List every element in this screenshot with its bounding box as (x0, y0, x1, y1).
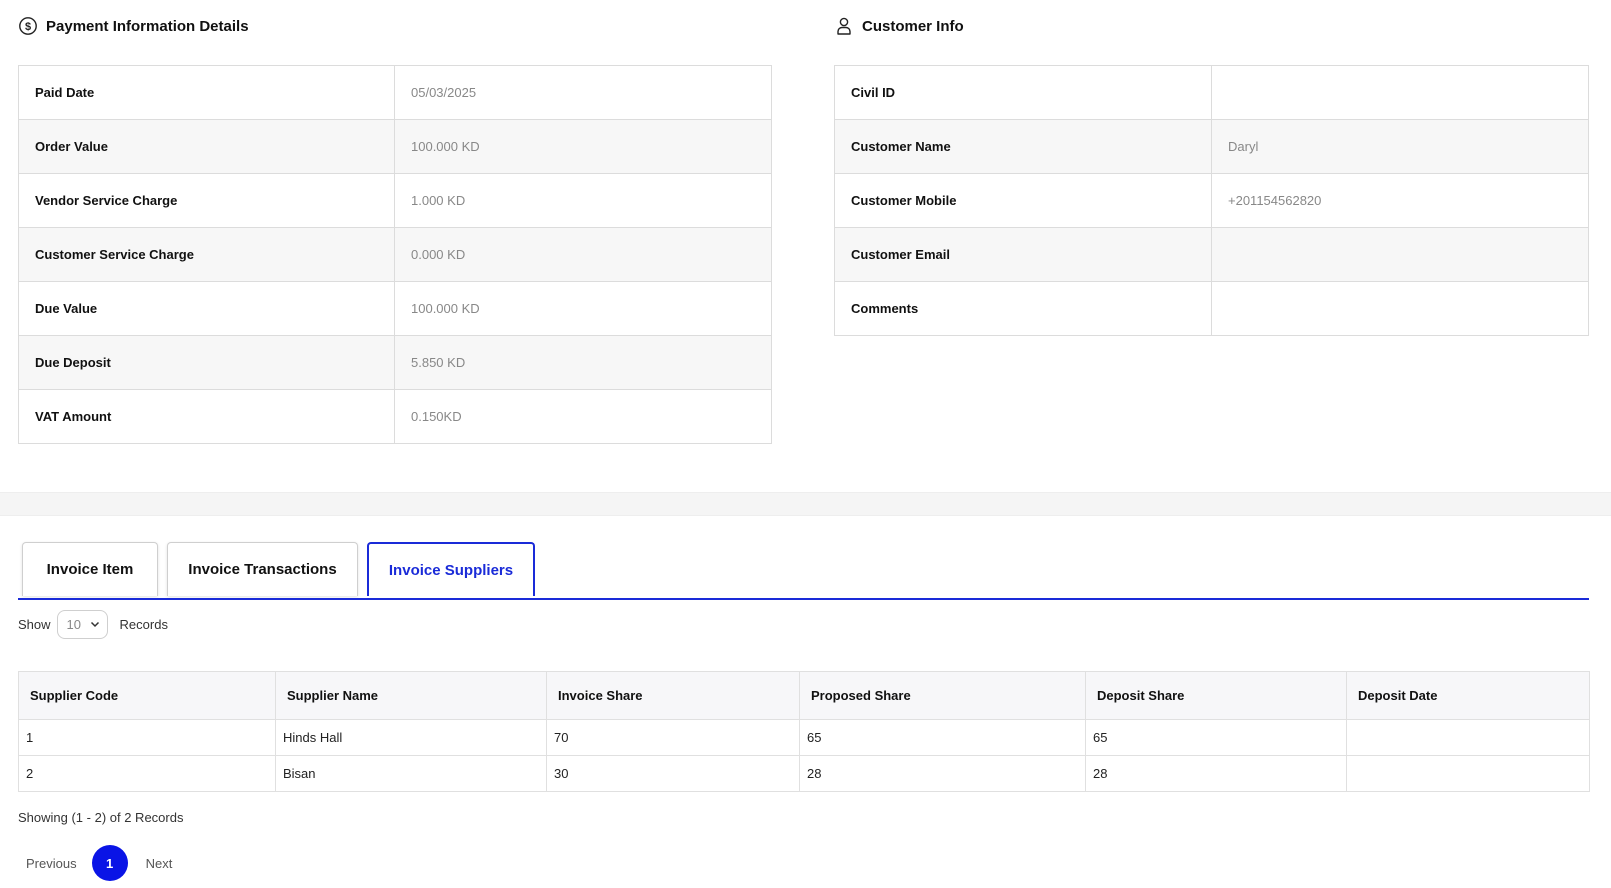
column-header-proposed-share[interactable]: Proposed Share (799, 671, 1086, 720)
cell-deposit-share: 28 (1085, 755, 1347, 792)
payment-title-text: Payment Information Details (46, 17, 249, 35)
customer-row-name: Customer Name Daryl (834, 119, 1589, 174)
payment-section-title: $ Payment Information Details (18, 16, 249, 36)
records-per-page-value: 10 (66, 617, 81, 632)
customer-row-email: Customer Email (834, 227, 1589, 282)
records-per-page-select[interactable]: 10 (56, 610, 108, 639)
cell-supplier-code: 1 (18, 719, 276, 756)
cell-deposit-date (1346, 755, 1590, 792)
chevron-down-icon (90, 617, 100, 632)
cell-invoice-share: 30 (546, 755, 800, 792)
row-label: Customer Mobile (834, 173, 1212, 228)
column-header-deposit-share[interactable]: Deposit Share (1085, 671, 1347, 720)
payment-info-table: Paid Date 05/03/2025 Order Value 100.000 K… (18, 65, 772, 444)
customer-row-comments: Comments (834, 281, 1589, 336)
payment-row-vat-amount: VAT Amount 0.150KD (18, 389, 772, 444)
column-header-supplier-code[interactable]: Supplier Code (18, 671, 276, 720)
row-value (1211, 281, 1589, 336)
customer-section-title: Customer Info (834, 16, 964, 36)
svg-text:$: $ (25, 21, 31, 33)
row-label: Customer Email (834, 227, 1212, 282)
payment-row-vendor-service-charge: Vendor Service Charge 1.000 KD (18, 173, 772, 228)
column-header-deposit-date[interactable]: Deposit Date (1346, 671, 1590, 720)
customer-info-table: Civil ID Customer Name Daryl Customer Mob… (834, 65, 1589, 336)
column-header-supplier-name[interactable]: Supplier Name (275, 671, 547, 720)
customer-row-mobile: Customer Mobile +201154562820 (834, 173, 1589, 228)
row-value: 0.150KD (394, 389, 772, 444)
records-per-page-control: Show 10 Records (18, 610, 168, 639)
row-label: Due Deposit (18, 335, 395, 390)
cell-invoice-share: 70 (546, 719, 800, 756)
tab-invoice-item[interactable]: Invoice Item (22, 542, 158, 596)
cell-proposed-share: 65 (799, 719, 1086, 756)
row-value: 0.000 KD (394, 227, 772, 282)
customer-title-text: Customer Info (862, 17, 964, 35)
cell-deposit-date (1346, 719, 1590, 756)
row-value: Daryl (1211, 119, 1589, 174)
row-label: Vendor Service Charge (18, 173, 395, 228)
cell-proposed-share: 28 (799, 755, 1086, 792)
dollar-circle-icon: $ (18, 16, 38, 36)
row-value: 1.000 KD (394, 173, 772, 228)
row-label: VAT Amount (18, 389, 395, 444)
row-label: Customer Service Charge (18, 227, 395, 282)
row-value (1211, 65, 1589, 120)
row-label: Customer Name (834, 119, 1212, 174)
row-value: 5.850 KD (394, 335, 772, 390)
payment-row-due-deposit: Due Deposit 5.850 KD (18, 335, 772, 390)
payment-row-customer-service-charge: Customer Service Charge 0.000 KD (18, 227, 772, 282)
cell-supplier-name: Hinds Hall (275, 719, 547, 756)
previous-page-button[interactable]: Previous (26, 856, 77, 871)
table-header-row: Supplier Code Supplier Name Invoice Shar… (18, 671, 1590, 720)
row-label: Comments (834, 281, 1212, 336)
column-header-invoice-share[interactable]: Invoice Share (546, 671, 800, 720)
user-icon (834, 16, 854, 36)
cell-deposit-share: 65 (1085, 719, 1347, 756)
pagination: Previous 1 Next (26, 845, 172, 881)
invoice-tabs: Invoice Item Invoice Transactions Invoic… (22, 542, 535, 596)
row-label: Paid Date (18, 65, 395, 120)
records-summary: Showing (1 - 2) of 2 Records (18, 810, 184, 825)
row-label: Order Value (18, 119, 395, 174)
payment-row-paid-date: Paid Date 05/03/2025 (18, 65, 772, 120)
tab-invoice-suppliers[interactable]: Invoice Suppliers (367, 542, 535, 596)
tab-underline (18, 598, 1589, 600)
cell-supplier-code: 2 (18, 755, 276, 792)
row-value: 100.000 KD (394, 119, 772, 174)
payment-row-order-value: Order Value 100.000 KD (18, 119, 772, 174)
row-label: Civil ID (834, 65, 1212, 120)
cell-supplier-name: Bisan (275, 755, 547, 792)
row-value (1211, 227, 1589, 282)
suppliers-table: Supplier Code Supplier Name Invoice Shar… (18, 671, 1590, 792)
section-divider-band (0, 492, 1611, 516)
table-row: 2 Bisan 30 28 28 (18, 755, 1590, 792)
records-label: Records (119, 617, 168, 632)
table-row: 1 Hinds Hall 70 65 65 (18, 719, 1590, 756)
customer-row-civil-id: Civil ID (834, 65, 1589, 120)
payment-row-due-value: Due Value 100.000 KD (18, 281, 772, 336)
page-button-1[interactable]: 1 (91, 845, 128, 881)
tab-invoice-transactions[interactable]: Invoice Transactions (167, 542, 358, 596)
row-value: 100.000 KD (394, 281, 772, 336)
show-label: Show (18, 617, 51, 632)
row-value: 05/03/2025 (394, 65, 772, 120)
row-label: Due Value (18, 281, 395, 336)
next-page-button[interactable]: Next (146, 856, 173, 871)
row-value: +201154562820 (1211, 173, 1589, 228)
